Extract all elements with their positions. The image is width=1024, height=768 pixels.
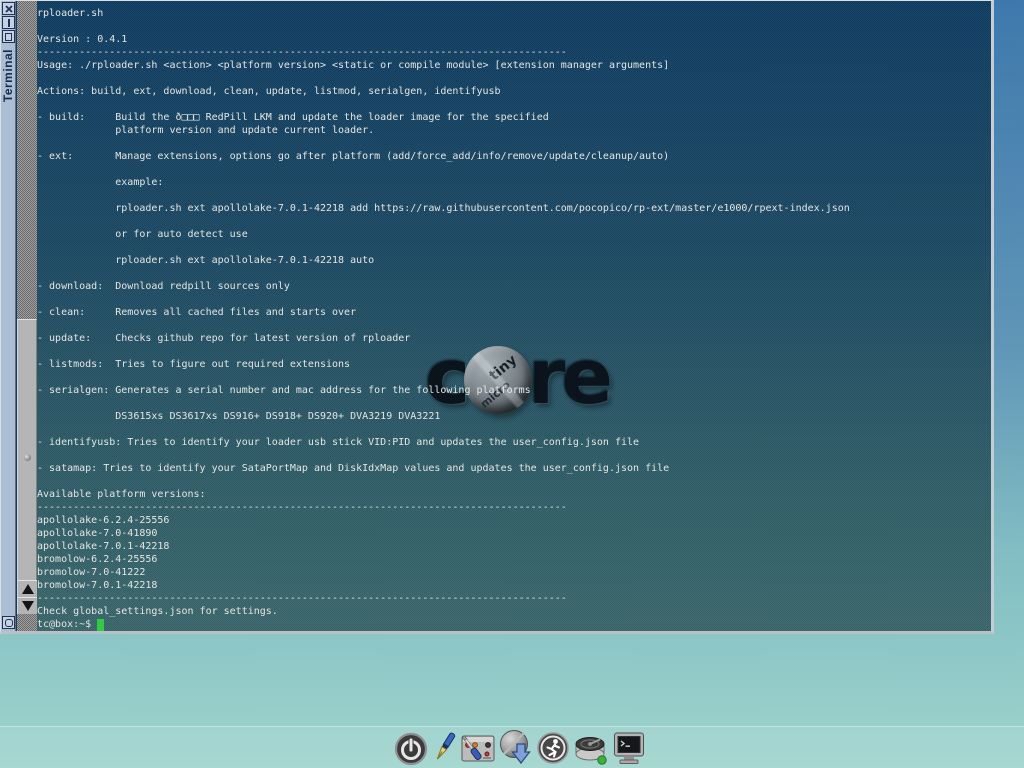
scrollbar-dimple: [24, 454, 31, 461]
pen-icon[interactable]: [431, 729, 457, 767]
maximize-icon[interactable]: [2, 30, 15, 43]
iconify-icon[interactable]: [2, 616, 15, 629]
control-panel-icon[interactable]: [460, 729, 496, 767]
window-titlebar[interactable]: Terminal: [1, 1, 16, 631]
close-icon[interactable]: [2, 2, 15, 15]
terminal-scrollbar[interactable]: [17, 1, 37, 631]
run-icon[interactable]: [536, 729, 570, 767]
terminal-cursor: [97, 619, 104, 631]
shell-prompt: tc@box:~$: [37, 618, 91, 631]
terminal-window: Terminal c tiny micro re rploader.sh Ver…: [0, 0, 994, 634]
scroll-down-icon[interactable]: [17, 597, 37, 614]
apps-download-icon[interactable]: [499, 729, 533, 767]
window-title: Terminal: [1, 49, 16, 102]
scroll-up-icon[interactable]: [17, 580, 37, 597]
power-icon[interactable]: [394, 729, 428, 767]
mount-icon[interactable]: [573, 729, 609, 767]
terminal-icon[interactable]: [612, 729, 646, 767]
dock: [394, 725, 646, 767]
terminal-screen[interactable]: c tiny micro re rploader.sh Version : 0.…: [37, 1, 991, 631]
scrollbar-thumb[interactable]: [17, 319, 37, 598]
prompt-line: tc@box:~$: [37, 618, 104, 631]
terminal-output: rploader.sh Version : 0.4.1 ------------…: [37, 7, 850, 618]
desktop: Terminal c tiny micro re rploader.sh Ver…: [0, 0, 1024, 768]
shade-icon[interactable]: [2, 16, 15, 29]
